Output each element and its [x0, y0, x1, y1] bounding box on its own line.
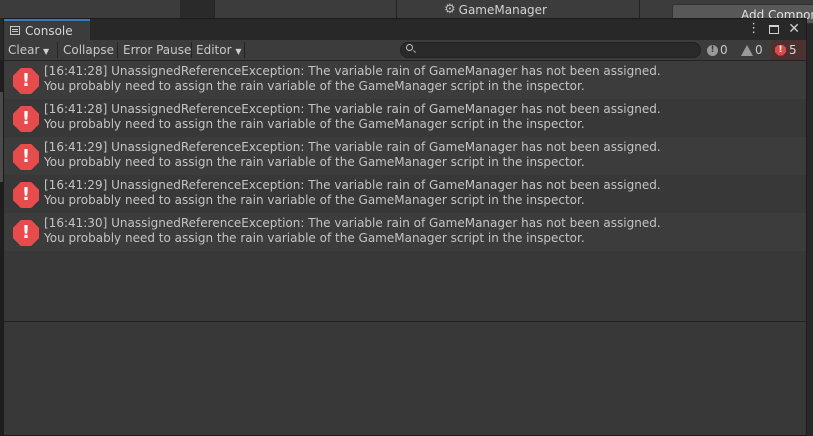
log-list: ! [16:41:28] UnassignedReferenceExceptio… — [4, 61, 806, 251]
message-detail-pane — [4, 322, 806, 435]
list-item[interactable]: ! [16:41:30] UnassignedReferenceExceptio… — [4, 213, 806, 251]
maximize-icon[interactable] — [769, 24, 780, 34]
editor-dropdown[interactable]: Editor ▼ — [196, 40, 242, 60]
info-log-toggle[interactable]: ! 0 — [707, 40, 728, 60]
chevron-down-icon: ▼ — [43, 47, 50, 56]
log-message-detail: You probably need to assign the rain var… — [44, 155, 585, 169]
log-message: [16:41:30] UnassignedReferenceException:… — [44, 216, 661, 246]
window-controls: ⋮ ✕ — [747, 21, 800, 37]
error-icon: ! — [775, 44, 786, 56]
log-message-line: [16:41:30] UnassignedReferenceException:… — [44, 216, 661, 230]
background-panel — [180, 0, 214, 18]
error-icon: ! — [13, 106, 39, 132]
log-message-line: [16:41:28] UnassignedReferenceException:… — [44, 102, 661, 116]
editor-dropdown-label: Editor — [196, 43, 232, 57]
log-message: [16:41:29] UnassignedReferenceException:… — [44, 140, 661, 170]
search-icon — [406, 44, 413, 51]
log-message: [16:41:28] UnassignedReferenceException:… — [44, 64, 661, 94]
error-icon: ! — [13, 220, 39, 246]
log-message: [16:41:29] UnassignedReferenceException:… — [44, 178, 661, 208]
console-window: Console ⋮ ✕ Clear ▼ Collapse Error Pause… — [3, 18, 807, 436]
info-count: 0 — [720, 43, 728, 57]
console-icon — [10, 26, 20, 35]
log-message-detail: You probably need to assign the rain var… — [44, 79, 585, 93]
list-item[interactable]: ! [16:41:29] UnassignedReferenceExceptio… — [4, 175, 806, 213]
log-message-detail: You probably need to assign the rain var… — [44, 117, 585, 131]
warning-count: 0 — [755, 43, 763, 57]
toolbar-divider — [191, 42, 192, 58]
list-item[interactable]: ! [16:41:28] UnassignedReferenceExceptio… — [4, 99, 806, 137]
list-item[interactable]: ! [16:41:28] UnassignedReferenceExceptio… — [4, 61, 806, 99]
toolbar-divider — [244, 42, 245, 58]
inspector-object-title: ⚙ GameManager — [444, 2, 547, 17]
chevron-down-icon: ▼ — [235, 47, 242, 56]
clear-options-dropdown[interactable]: ▼ — [43, 40, 49, 60]
toolbar-divider — [117, 42, 118, 58]
warning-icon — [741, 44, 753, 56]
gear-icon: ⚙ — [444, 2, 456, 17]
console-toolbar: Clear ▼ Collapse Error Pause Editor ▼ ! … — [4, 40, 806, 61]
tab-console-label: Console — [25, 23, 73, 38]
tab-console[interactable]: Console — [4, 19, 90, 40]
error-icon: ! — [13, 68, 39, 94]
log-message-detail: You probably need to assign the rain var… — [44, 193, 585, 207]
background-divider — [214, 0, 215, 18]
log-message-line: [16:41:29] UnassignedReferenceException:… — [44, 178, 661, 192]
list-item[interactable]: ! [16:41:29] UnassignedReferenceExceptio… — [4, 137, 806, 175]
log-message: [16:41:28] UnassignedReferenceException:… — [44, 102, 661, 132]
error-count: 5 — [789, 43, 797, 57]
log-message-line: [16:41:28] UnassignedReferenceException:… — [44, 64, 661, 78]
error-log-toggle[interactable]: ! 5 — [771, 40, 805, 60]
clear-button[interactable]: Clear — [8, 40, 39, 60]
error-icon: ! — [13, 144, 39, 170]
collapse-button[interactable]: Collapse — [63, 40, 114, 60]
toolbar-divider — [57, 42, 58, 58]
background-divider — [639, 0, 640, 18]
background-divider — [396, 0, 397, 18]
info-icon: ! — [707, 44, 718, 56]
log-message-line: [16:41:29] UnassignedReferenceException:… — [44, 140, 661, 154]
tab-bar: Console ⋮ ✕ — [4, 19, 806, 40]
search-input[interactable] — [400, 42, 701, 58]
error-icon: ! — [13, 182, 39, 208]
error-pause-button[interactable]: Error Pause — [123, 40, 191, 60]
more-options-icon[interactable]: ⋮ — [747, 21, 760, 37]
close-icon[interactable]: ✕ — [788, 21, 800, 37]
log-message-detail: You probably need to assign the rain var… — [44, 231, 585, 245]
game-manager-label: GameManager — [458, 2, 547, 17]
warning-log-toggle[interactable]: 0 — [741, 40, 763, 60]
